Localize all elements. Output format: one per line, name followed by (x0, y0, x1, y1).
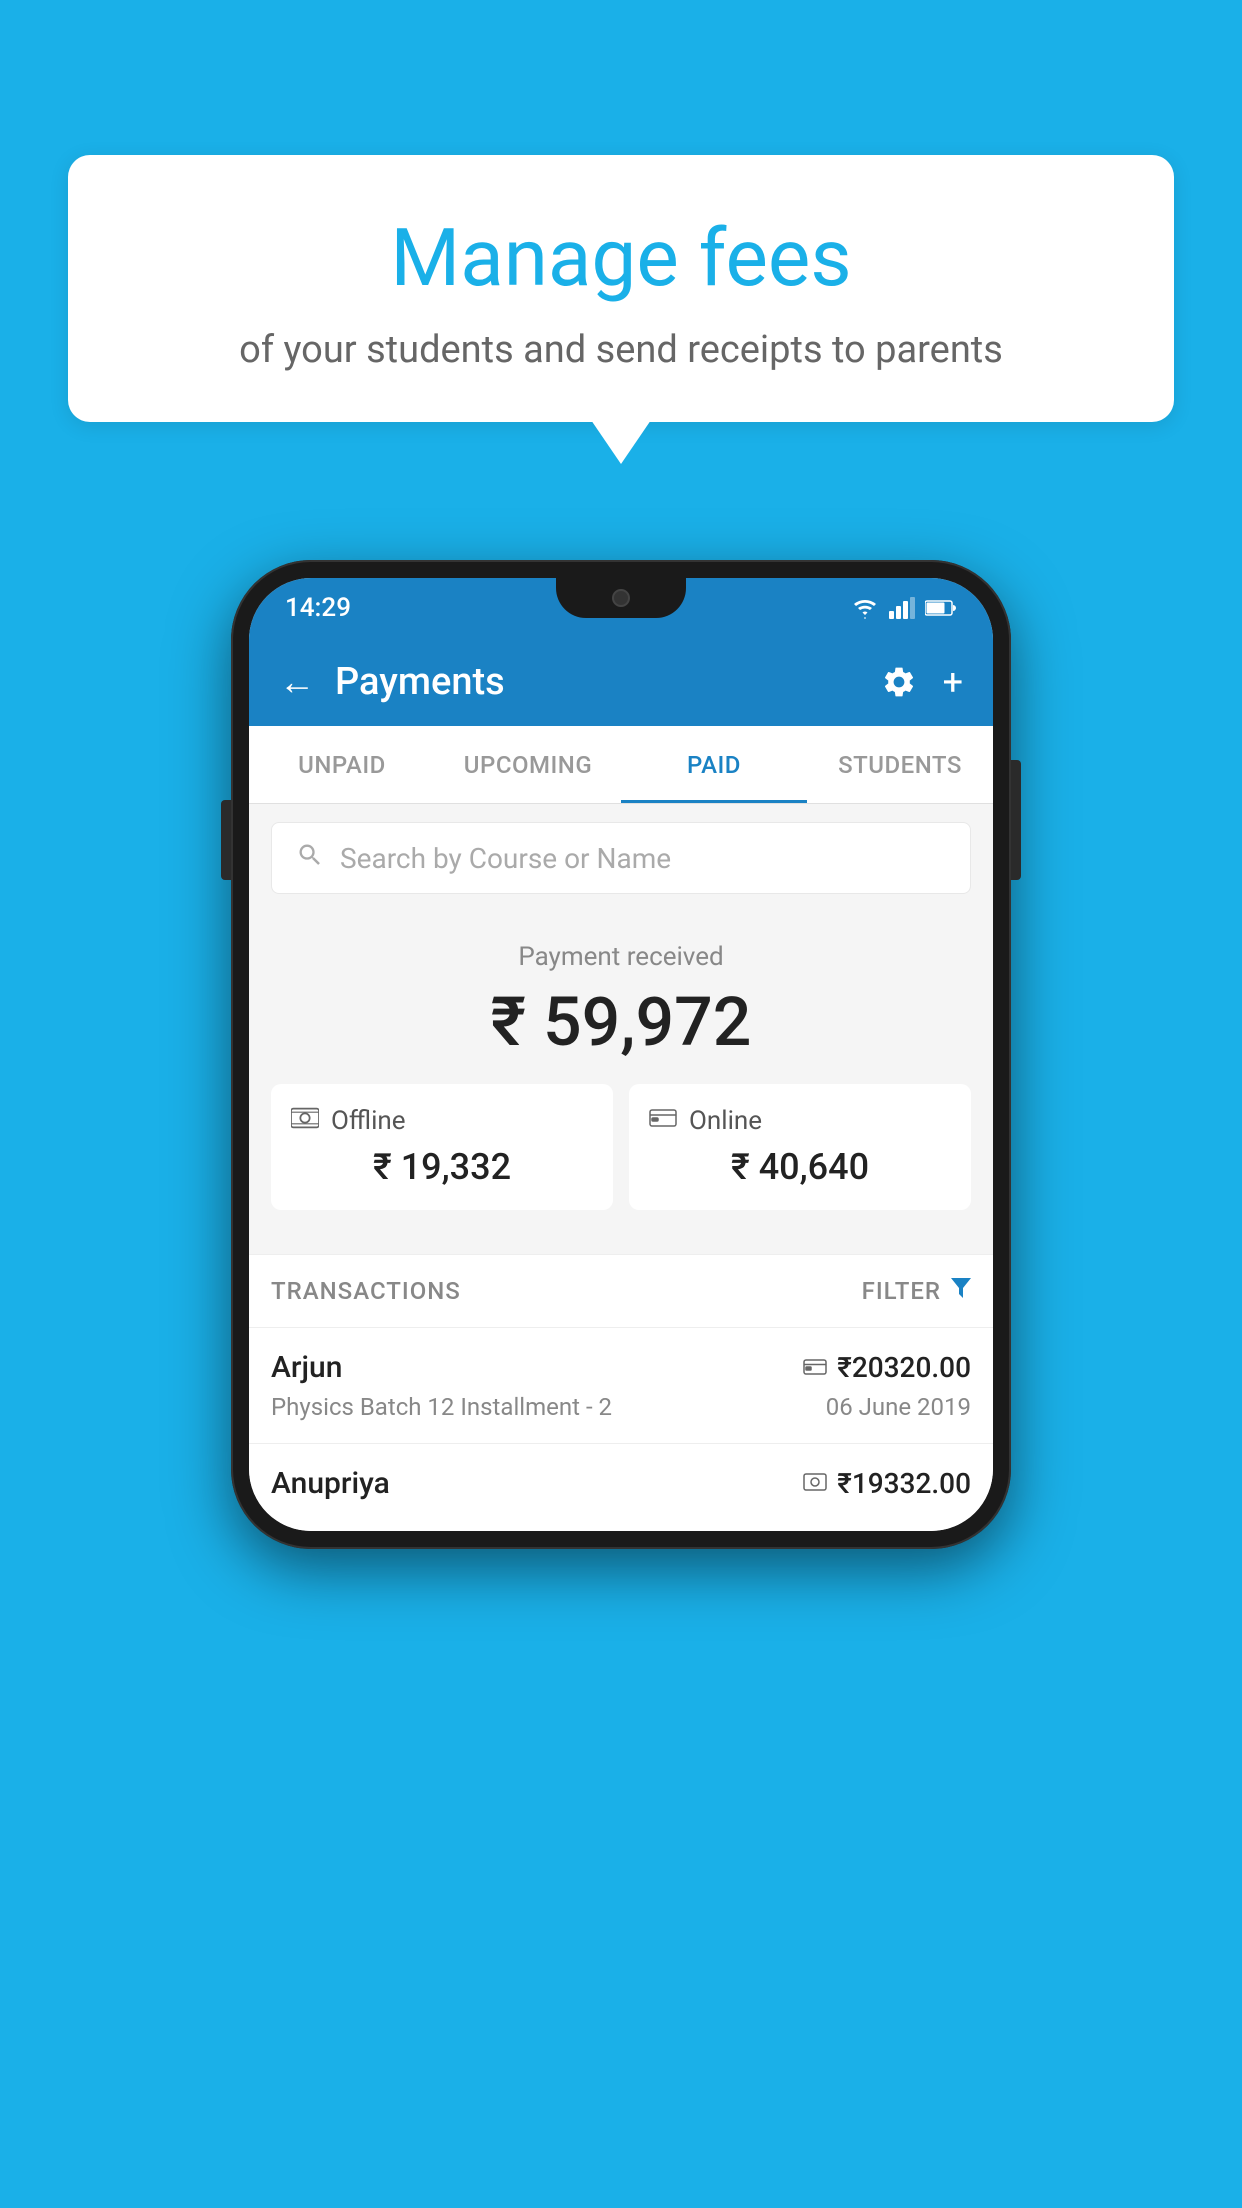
transaction-bottom-1: Physics Batch 12 Installment - 2 06 June… (271, 1393, 971, 1421)
phone-outer: 14:29 (231, 560, 1011, 1549)
tab-students[interactable]: STUDENTS (807, 726, 993, 803)
bubble-title: Manage fees (128, 210, 1114, 306)
transaction-amount-wrap-1: ₹20320.00 (803, 1351, 971, 1384)
speech-bubble: Manage fees of your students and send re… (68, 155, 1174, 422)
filter-wrap[interactable]: FILTER (862, 1277, 971, 1305)
app-bar-actions: + (881, 661, 963, 703)
bubble-subtitle: of your students and send receipts to pa… (128, 328, 1114, 372)
online-card: Online ₹ 40,640 (629, 1084, 971, 1210)
battery-icon (925, 599, 957, 617)
tab-paid[interactable]: PAID (621, 726, 807, 803)
offline-card: Offline ₹ 19,332 (271, 1084, 613, 1210)
filter-label: FILTER (862, 1277, 941, 1305)
transactions-label: TRANSACTIONS (271, 1277, 461, 1305)
phone-mockup: 14:29 (231, 560, 1011, 1549)
transaction-payment-icon-2 (803, 1470, 827, 1498)
transaction-name-2: Anupriya (271, 1466, 390, 1501)
transaction-top-1: Arjun ₹20320.00 (271, 1350, 971, 1385)
transaction-row[interactable]: Arjun ₹20320.00 (249, 1327, 993, 1443)
status-icons (851, 597, 957, 619)
search-placeholder-text: Search by Course or Name (340, 842, 671, 875)
app-bar: ← Payments + (249, 638, 993, 726)
cash-icon (291, 1106, 319, 1136)
transaction-course-1: Physics Batch 12 Installment - 2 (271, 1393, 612, 1421)
add-icon[interactable]: + (943, 661, 963, 703)
filter-icon (951, 1278, 971, 1304)
status-time: 14:29 (285, 593, 351, 623)
online-amount: ₹ 40,640 (649, 1146, 951, 1188)
tab-unpaid[interactable]: UNPAID (249, 726, 435, 803)
tab-upcoming[interactable]: UPCOMING (435, 726, 621, 803)
wifi-icon (851, 597, 879, 619)
app-bar-title: Payments (335, 660, 881, 704)
tab-bar: UNPAID UPCOMING PAID STUDENTS (249, 726, 993, 804)
signal-icon (889, 597, 915, 619)
payment-summary: Payment received ₹ 59,972 (249, 912, 993, 1254)
transaction-name-1: Arjun (271, 1350, 342, 1385)
search-container: Search by Course or Name (249, 804, 993, 912)
transaction-date-1: 06 June 2019 (826, 1393, 971, 1421)
transactions-header: TRANSACTIONS FILTER (249, 1254, 993, 1327)
transaction-amount-2: ₹19332.00 (837, 1467, 971, 1500)
online-label: Online (689, 1106, 762, 1136)
back-button[interactable]: ← (279, 661, 315, 703)
transaction-amount-wrap-2: ₹19332.00 (803, 1467, 971, 1500)
payment-received-label: Payment received (271, 942, 971, 972)
search-icon (296, 841, 324, 876)
transaction-top-2: Anupriya ₹19332.00 (271, 1466, 971, 1501)
settings-icon[interactable] (881, 664, 917, 700)
offline-card-top: Offline (291, 1106, 593, 1136)
payment-cards: Offline ₹ 19,332 (271, 1084, 971, 1232)
offline-label: Offline (331, 1106, 406, 1136)
offline-amount: ₹ 19,332 (291, 1146, 593, 1188)
status-bar: 14:29 (249, 578, 993, 638)
transaction-row-2[interactable]: Anupriya ₹19332.00 (249, 1443, 993, 1531)
transaction-amount-1: ₹20320.00 (837, 1351, 971, 1384)
transaction-payment-icon-1 (803, 1354, 827, 1382)
online-card-top: Online (649, 1106, 951, 1136)
card-icon (649, 1107, 677, 1135)
payment-total-amount: ₹ 59,972 (271, 982, 971, 1062)
camera (612, 589, 630, 607)
notch (556, 578, 686, 618)
phone-screen: 14:29 (249, 578, 993, 1531)
search-box[interactable]: Search by Course or Name (271, 822, 971, 894)
